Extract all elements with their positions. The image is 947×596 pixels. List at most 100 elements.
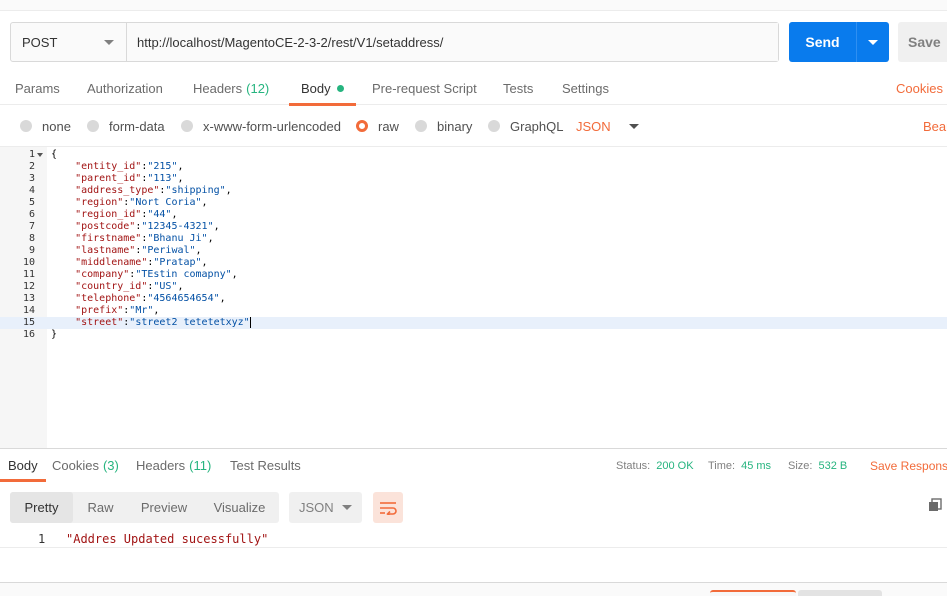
view-visualize[interactable]: Visualize (200, 492, 279, 523)
code-text: "firstname":"Bhanu Ji", (75, 233, 214, 244)
tab-label: Params (15, 80, 60, 96)
json-comma: , (201, 197, 208, 208)
status-label: Status: (616, 459, 651, 472)
json-value: "4564654654" (147, 293, 220, 304)
beautify-link[interactable]: Beautify (923, 108, 947, 144)
code-text: "telephone":"4564654654", (75, 293, 226, 304)
code-text: "street":"street2 tetetetxyz" (75, 317, 251, 328)
json-key: "region" (75, 197, 124, 208)
url-input[interactable]: http://localhost/MagentoCE-2-3-2/rest/V1… (127, 23, 778, 61)
radio-circle (20, 120, 32, 132)
response-tab-body[interactable]: Body (0, 449, 46, 482)
json-value: "12345-4321" (141, 221, 214, 232)
response-tab-headers[interactable]: Headers (11) (136, 449, 211, 482)
code-text: "country_id":"US", (75, 281, 184, 292)
body-editor[interactable]: 1{2 "entity_id":"215", 3 "parent_id":"113… (0, 146, 947, 448)
code-text: "postcode":"12345-4321", (75, 221, 220, 232)
code-line: 1{ (0, 149, 947, 161)
tab-label: Body (301, 80, 331, 96)
request-tabs: Params Authorization Headers (12) Body P… (0, 71, 947, 106)
code-text: "prefix":"Mr", (75, 305, 160, 316)
radio-none[interactable]: none (20, 108, 71, 144)
radio-circle (415, 120, 427, 132)
line-number: 9 (28, 245, 35, 256)
radio-form-data[interactable]: form-data (87, 108, 165, 144)
radio-x-www-form-urlencoded[interactable]: x-www-form-urlencoded (181, 108, 341, 144)
view-preview[interactable]: Preview (128, 492, 200, 523)
line-number: 10 (22, 257, 35, 268)
tab-params[interactable]: Params (15, 71, 60, 105)
tab-label: Tests (503, 80, 534, 96)
tab-label: Body (8, 458, 38, 473)
json-comma: , (231, 269, 238, 280)
code-line: 10 "middlename":"Pratap", (0, 257, 947, 269)
copy-icon[interactable] (928, 498, 942, 512)
tab-tests[interactable]: Tests (503, 71, 533, 105)
line-number: 11 (22, 269, 35, 280)
line-number: 7 (28, 221, 35, 232)
body-format-select[interactable]: JSON (576, 108, 639, 144)
json-key: "prefix" (75, 305, 124, 316)
body-indicator-dot (336, 84, 344, 92)
send-button[interactable]: Send (789, 22, 889, 62)
json-comma: , (177, 173, 184, 184)
save-button[interactable]: Save (898, 22, 947, 62)
response-tab-test-results[interactable]: Test Results (230, 449, 301, 482)
status-tab-build[interactable] (710, 590, 796, 596)
json-value: "Nort Coria" (129, 197, 202, 208)
code-line: 7 "postcode":"12345-4321", (0, 221, 947, 233)
tab-settings[interactable]: Settings (562, 71, 609, 105)
radio-label: GraphQL (510, 118, 564, 134)
tab-label: Pre-request Script (372, 80, 477, 96)
code-text: "entity_id":"215", (75, 161, 184, 172)
tab-count: (3) (102, 458, 119, 473)
json-value: "113" (147, 173, 178, 184)
line-number: 3 (28, 173, 35, 184)
method-select[interactable]: POST (11, 23, 127, 61)
send-options-button[interactable] (856, 22, 889, 62)
line-number: 8 (28, 233, 35, 244)
code-line: 6 "region_id":"44", (0, 209, 947, 221)
response-format-label: JSON (299, 500, 334, 515)
response-tab-cookies[interactable]: Cookies (3) (52, 449, 119, 482)
code-line: 3 "parent_id":"113", (0, 173, 947, 185)
body-format-label: JSON (576, 118, 611, 134)
cookies-link[interactable]: Cookies (896, 71, 943, 105)
tab-body[interactable]: Body (289, 71, 356, 106)
response-size: Size: 532 B (788, 449, 847, 482)
wrap-lines-button[interactable] (373, 492, 403, 523)
response-text: "Addres Updated sucessfully" (66, 532, 269, 546)
status-value: 200 OK (656, 459, 694, 472)
response-format-select[interactable]: JSON (289, 492, 362, 523)
save-response-button[interactable]: Save Response (870, 449, 947, 482)
json-comma: , (225, 185, 232, 196)
tab-headers[interactable]: Headers (12) (193, 71, 269, 105)
tab-count: (12) (246, 80, 270, 96)
code-line: 2 "entity_id":"215", (0, 161, 947, 173)
json-key: "parent_id" (75, 173, 142, 184)
code-line: 11 "company":"TEstin comapny", (0, 269, 947, 281)
json-comma: , (153, 305, 160, 316)
tab-authorization[interactable]: Authorization (87, 71, 163, 105)
status-tab-browse[interactable] (798, 590, 882, 596)
radio-raw[interactable]: raw (356, 108, 399, 144)
radio-graphql[interactable]: GraphQL (488, 108, 563, 144)
view-raw[interactable]: Raw (73, 492, 128, 523)
response-time: Time: 45 ms (708, 449, 771, 482)
line-number: 12 (22, 281, 35, 292)
radio-label: form-data (109, 118, 165, 134)
json-value: "US" (153, 281, 178, 292)
code-line: 14 "prefix":"Mr", (0, 305, 947, 317)
fold-toggle-icon[interactable] (37, 153, 43, 157)
tab-label: Test Results (230, 458, 301, 473)
json-key: "country_id" (75, 281, 148, 292)
view-pretty[interactable]: Pretty (10, 492, 73, 523)
radio-binary[interactable]: binary (415, 108, 472, 144)
tab-pre-request-script[interactable]: Pre-request Script (372, 71, 477, 105)
radio-circle-selected (356, 120, 368, 132)
line-number: 6 (28, 209, 35, 220)
line-number: 2 (28, 161, 35, 172)
radio-label: raw (378, 118, 399, 134)
radio-circle (181, 120, 193, 132)
json-comma: , (195, 245, 202, 256)
